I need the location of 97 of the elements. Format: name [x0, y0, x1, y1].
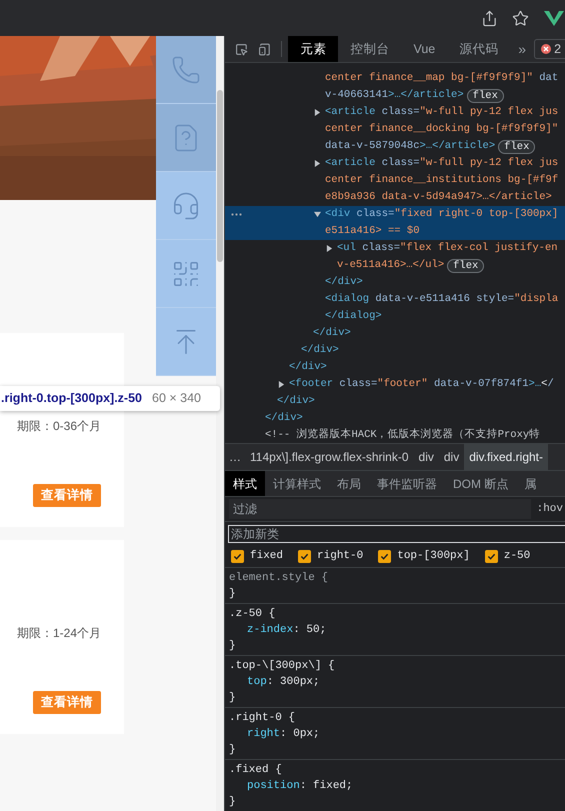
rule-brace: } — [229, 691, 236, 706]
dom-node-row[interactable]: center finance__map bg-[#f9f9f9]" dat v-40663141>…</article> flex — [225, 70, 565, 104]
dom-node-row[interactable]: </div> — [225, 393, 565, 410]
code-line: </div> — [277, 394, 315, 409]
breadcrumb-overflow[interactable]: … — [225, 448, 245, 466]
dom-node-row[interactable]: </div> — [225, 325, 565, 342]
dom-node-row[interactable]: <ul class="flex flex-col justify-en v-e511a416>…</ul> flex — [225, 240, 565, 274]
devtools-tab[interactable]: Vue — [401, 36, 448, 62]
headset-icon — [171, 190, 201, 220]
code-line: e511a416> == $0 — [325, 224, 420, 239]
rule-selector: .fixed { — [229, 763, 282, 778]
devtools-tab[interactable]: 控制台 — [338, 36, 402, 62]
code-line: </div> — [301, 342, 339, 358]
code-line: center finance__map bg-[#f9f9f9]" dat — [325, 70, 558, 86]
styles-tab[interactable]: 样式 — [225, 471, 265, 496]
code-line: </dialog> — [325, 308, 382, 324]
code-line: e8b9a936 data-v-5d94a947>…</article> — [325, 190, 552, 205]
class-checkbox[interactable] — [484, 550, 498, 563]
class-label: z-50 — [504, 549, 530, 564]
class-checkbox[interactable] — [231, 550, 244, 563]
code-line: <article class="w-full py-12 flex jus — [325, 156, 558, 171]
code-line: <footer class="footer" data-v-07f874f1>…</ — [289, 376, 554, 392]
rule-selector: .top-\[300px\] { — [229, 659, 335, 674]
breadcrumb-item[interactable]: div — [414, 444, 439, 470]
code-comment: <!-- 浏览器版本HACK，低版本浏览器（不支持Proxy特 — [265, 428, 540, 443]
rule-brace: } — [229, 639, 236, 654]
code-line: center finance__docking bg-[#f9f9f9]" — [325, 122, 558, 137]
triangle-icon[interactable] — [314, 211, 321, 218]
code-line: v-40663141>…</article> — [325, 88, 464, 103]
dom-node-row[interactable]: </div> — [225, 359, 565, 376]
code-line: </div> — [289, 360, 327, 375]
rule-selector: .right-0 { — [229, 711, 296, 726]
device-icon[interactable] — [258, 42, 271, 56]
error-count-button[interactable]: 2 — [534, 39, 565, 59]
rule-selector: element.style { — [229, 571, 328, 586]
styles-tab[interactable]: 计算样式 — [265, 471, 329, 496]
css-declaration[interactable]: z-index: 50; — [229, 622, 326, 638]
css-declaration[interactable]: position: fixed; — [229, 778, 353, 794]
dom-node-row[interactable]: </div> — [225, 410, 565, 427]
code-line: center finance__institutions bg-[#f9f — [325, 172, 558, 188]
dom-node-row[interactable]: </div> — [225, 342, 565, 359]
styles-tab[interactable]: 属 — [516, 471, 544, 496]
devtools-tab[interactable]: 源代码 — [447, 36, 510, 62]
css-declaration[interactable]: top: 300px; — [229, 674, 320, 690]
code-line: v-e511a416>…</ul> — [337, 258, 444, 273]
phone-icon — [171, 54, 201, 84]
class-label: right-0 — [317, 549, 364, 564]
triangle-icon[interactable] — [326, 245, 333, 252]
hover-state-button[interactable]: :hov — [536, 500, 565, 518]
add-class-field[interactable]: 添加新类 — [228, 525, 565, 543]
filter-field[interactable]: 过滤 — [229, 499, 531, 519]
extension-icon[interactable] — [543, 10, 565, 26]
more-tabs-button[interactable]: » — [510, 38, 534, 60]
dom-node-row[interactable]: <article class="w-full py-12 flex jus center finance__docking bg-[#f9f9f9]" data-v-5879048c>…</article> flex — [225, 104, 565, 155]
layout-badge[interactable]: flex — [466, 88, 504, 102]
share-icon[interactable] — [481, 10, 498, 26]
code-line: </div> — [313, 326, 351, 341]
inspect-icon[interactable] — [235, 42, 248, 56]
styles-tab[interactable]: 布局 — [329, 471, 369, 496]
star-icon[interactable] — [512, 10, 529, 26]
term-text: 期限：0-36个月 — [16, 418, 101, 435]
breadcrumb-item[interactable]: div.fixed.right- — [464, 444, 548, 470]
styles-tab[interactable]: 事件监听器 — [369, 471, 445, 496]
breadcrumb-item[interactable]: div — [438, 444, 464, 470]
css-declaration[interactable]: right: 0px; — [229, 726, 320, 742]
triangle-icon[interactable] — [314, 109, 321, 116]
class-label: top-[300px] — [397, 549, 470, 564]
rule-brace: } — [229, 587, 236, 602]
rule-brace: } — [229, 743, 236, 758]
term-text: 期限：1-24个月 — [16, 625, 101, 642]
code-line: </div> — [265, 410, 303, 426]
styles-tab[interactable]: DOM 断点 — [445, 471, 516, 496]
scrollbar-thumb[interactable] — [217, 90, 223, 262]
tooltip-selector: .right-0.top-[300px].z-50 — [1, 390, 142, 408]
code-line: <article class="w-full py-12 flex jus — [325, 104, 558, 120]
triangle-icon[interactable] — [278, 381, 285, 388]
rule-brace: } — [229, 795, 236, 810]
code-line: <dialog data-v-e511a416 style="displa — [325, 292, 558, 307]
code-line: data-v-5879048c>…</article> — [325, 138, 496, 154]
code-line: <div class="fixed right-0 top-[300px] — [325, 206, 558, 222]
dom-node-row[interactable]: <dialog data-v-e511a416 style="displa — [225, 291, 565, 308]
layout-badge[interactable]: flex — [447, 258, 484, 272]
devtools-tab[interactable]: 元素 — [288, 36, 338, 62]
error-icon — [541, 44, 552, 54]
code-line: <ul class="flex flex-col justify-en — [337, 240, 558, 256]
class-label: fixed — [250, 549, 284, 564]
triangle-icon[interactable] — [314, 160, 321, 167]
layout-badge[interactable]: flex — [498, 140, 536, 154]
class-checkbox[interactable] — [378, 550, 392, 563]
dom-node-row[interactable]: <footer class="footer" data-v-07f874f1>…</ — [225, 376, 565, 393]
dom-node-row[interactable]: <!-- 浏览器版本HACK，低版本浏览器（不支持Proxy特 — [225, 427, 565, 443]
class-checkbox[interactable] — [298, 550, 312, 563]
breadcrumb-item[interactable]: 114px\].flex-grow.flex-shrink-0 — [245, 444, 414, 470]
ellipsis-icon[interactable] — [231, 213, 242, 216]
tooltip-size: 60 × 340 — [152, 390, 202, 408]
code-line: </div> — [325, 274, 363, 290]
rule-selector: .z-50 { — [229, 607, 276, 622]
